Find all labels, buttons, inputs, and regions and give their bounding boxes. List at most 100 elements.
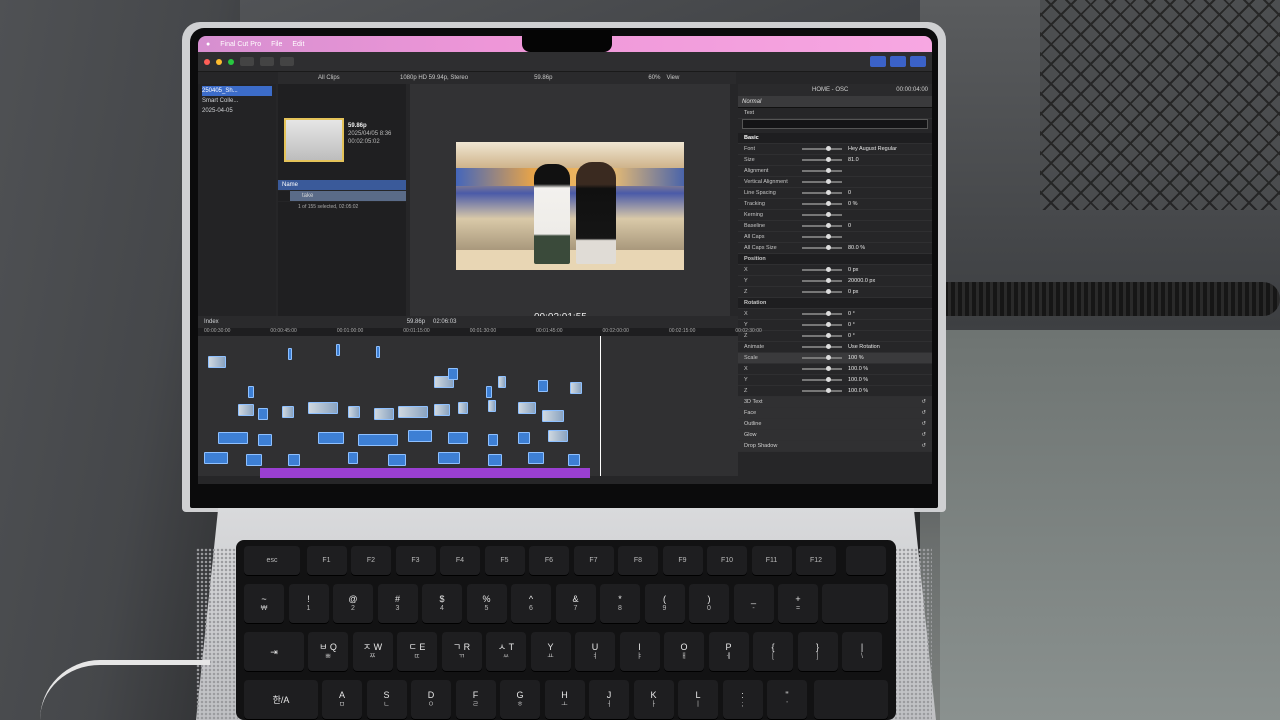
number-key[interactable]: $4 [422, 584, 462, 624]
inspector-row-value[interactable]: 0 ° [848, 333, 932, 339]
inspector-toggle-button[interactable] [910, 56, 926, 67]
inspector-row-value[interactable]: 100.0 % [848, 388, 932, 394]
timeline-clip[interactable] [438, 452, 460, 464]
inspector-effect-row[interactable]: Drop Shadow ↺ [738, 441, 932, 452]
inspector-row-value[interactable]: 80.0 % [848, 245, 932, 251]
inspector-slider[interactable] [802, 333, 842, 338]
inspector-row-value[interactable]: Use Rotation [848, 344, 932, 350]
timeline-clip[interactable] [488, 400, 496, 412]
inspector-row-value[interactable]: 0 px [848, 267, 932, 273]
return-key[interactable] [814, 680, 888, 720]
timeline-clip[interactable] [434, 404, 450, 416]
number-key[interactable]: ~ ₩ [244, 584, 284, 624]
inspector-slider[interactable] [802, 179, 842, 184]
inspector-row[interactable]: X 0 ° [738, 309, 932, 320]
timeline-ruler[interactable]: 00:00:30:00 00:00:45:00 00:01:00:00 00:01:1… [198, 328, 762, 336]
timeline-clip[interactable] [518, 402, 536, 414]
apple-icon[interactable]: ● [206, 41, 210, 48]
number-key[interactable]: ) 0 [689, 584, 729, 624]
fn-key[interactable]: F5 [484, 546, 525, 576]
library-item[interactable]: 2025-04-05 [202, 106, 272, 116]
timeline-toggle-button[interactable] [890, 56, 906, 67]
inspector-slider[interactable] [802, 157, 842, 162]
letter-key[interactable]: Sㄴ [366, 680, 407, 720]
inspector-row-value[interactable]: 81.0 [848, 157, 932, 163]
all-clips-menu[interactable]: All Clips [318, 75, 340, 81]
timeline-clip[interactable] [398, 406, 428, 418]
viewer-view-menu[interactable]: View [666, 75, 679, 81]
minimize-icon[interactable] [216, 58, 222, 65]
timeline-clip[interactable] [348, 452, 358, 464]
letter-key[interactable]: Lㅣ [678, 680, 718, 720]
timeline-clip[interactable] [318, 432, 344, 444]
inspector-effect-row[interactable]: Outline ↺ [738, 419, 932, 430]
letter-key[interactable]: | \ [842, 632, 882, 672]
inspector-row[interactable]: Position [738, 254, 932, 265]
inspector-row[interactable]: Z 100.0 % [738, 386, 932, 397]
touch-id-key[interactable] [846, 546, 886, 576]
timeline-clip[interactable] [388, 454, 406, 466]
fn-key[interactable]: F4 [440, 546, 480, 576]
inspector-row-value[interactable]: 0 % [848, 201, 932, 207]
text-style-menu[interactable]: Normal [738, 96, 932, 108]
background-tasks-button[interactable] [280, 57, 294, 66]
inspector-row[interactable]: Font Hey August Regular [738, 144, 932, 155]
number-key[interactable]: ! 1 [288, 584, 329, 624]
inspector-row-value[interactable]: Hey August Regular [848, 146, 932, 152]
timeline-clip[interactable] [458, 402, 468, 414]
letter-key[interactable]: Gㅎ [500, 680, 540, 720]
fn-key[interactable]: F12 [796, 546, 836, 576]
timeline-clip[interactable] [570, 382, 582, 394]
letter-key[interactable]: Fㄹ [455, 680, 496, 720]
reset-icon[interactable]: ↺ [921, 399, 926, 405]
letter-key[interactable]: ㅅ Tㅆ [486, 632, 526, 672]
timeline-clip[interactable] [488, 454, 502, 466]
letter-key[interactable]: }] [797, 632, 838, 672]
timeline-clip[interactable] [204, 452, 228, 464]
inspector-slider[interactable] [802, 377, 842, 382]
inspector-slider[interactable] [802, 146, 842, 151]
inspector-effect-row[interactable]: 3D Text ↺ [738, 397, 932, 408]
inspector-row[interactable]: Y 20000.0 px [738, 276, 932, 287]
timeline-clip[interactable] [208, 356, 226, 368]
inspector-row-value[interactable]: 20000.0 px [848, 278, 932, 284]
inspector-slider[interactable] [802, 311, 842, 316]
letter-key[interactable]: ㄷ Eㄸ [397, 632, 437, 672]
letter-key[interactable]: ㅈ Wㅉ [352, 632, 393, 672]
letter-key[interactable]: Oㅐ [664, 632, 704, 672]
timeline[interactable] [198, 336, 738, 476]
keywords-button[interactable] [260, 57, 274, 66]
inspector-slider[interactable] [802, 234, 842, 239]
inspector-row[interactable]: Vertical Alignment [738, 177, 932, 188]
fn-key[interactable]: F11 [751, 546, 792, 576]
menu-edit[interactable]: Edit [292, 41, 304, 48]
reset-icon[interactable]: ↺ [921, 432, 926, 438]
inspector-slider[interactable] [802, 344, 842, 349]
inspector-effect-row[interactable]: Face ↺ [738, 408, 932, 419]
timeline-clip[interactable] [448, 432, 468, 444]
inspector-row-value[interactable]: 0 [848, 223, 932, 229]
library-item[interactable]: 250405_Sh... [202, 86, 272, 96]
timeline-clip[interactable] [374, 408, 394, 420]
timeline-clip[interactable] [498, 376, 506, 388]
lang-key[interactable]: 한/A [244, 680, 318, 720]
timeline-clip[interactable] [258, 408, 268, 420]
inspector-slider[interactable] [802, 355, 842, 360]
inspector-row[interactable]: Tracking 0 % [738, 199, 932, 210]
inspector-row[interactable]: Animate Use Rotation [738, 342, 932, 353]
inspector-row[interactable]: Scale 100 % [738, 353, 932, 364]
letter-key[interactable]: Iㅑ [619, 632, 660, 672]
letter-key[interactable]: {[ [753, 632, 793, 672]
inspector-row-value[interactable]: 0 [848, 190, 932, 196]
inspector-row[interactable]: All Caps [738, 232, 932, 243]
number-key[interactable]: _ - [733, 584, 774, 624]
letter-key[interactable]: ㅂ Qㅃ [308, 632, 348, 672]
timeline-clip[interactable] [248, 386, 254, 398]
video-frame[interactable] [456, 142, 684, 270]
inspector-slider[interactable] [802, 322, 842, 327]
import-button[interactable] [240, 57, 254, 66]
inspector-slider[interactable] [802, 278, 842, 283]
inspector-row-value[interactable]: 100.0 % [848, 377, 932, 383]
inspector-row[interactable]: Kerning [738, 210, 932, 221]
timeline-clip[interactable] [528, 452, 544, 464]
